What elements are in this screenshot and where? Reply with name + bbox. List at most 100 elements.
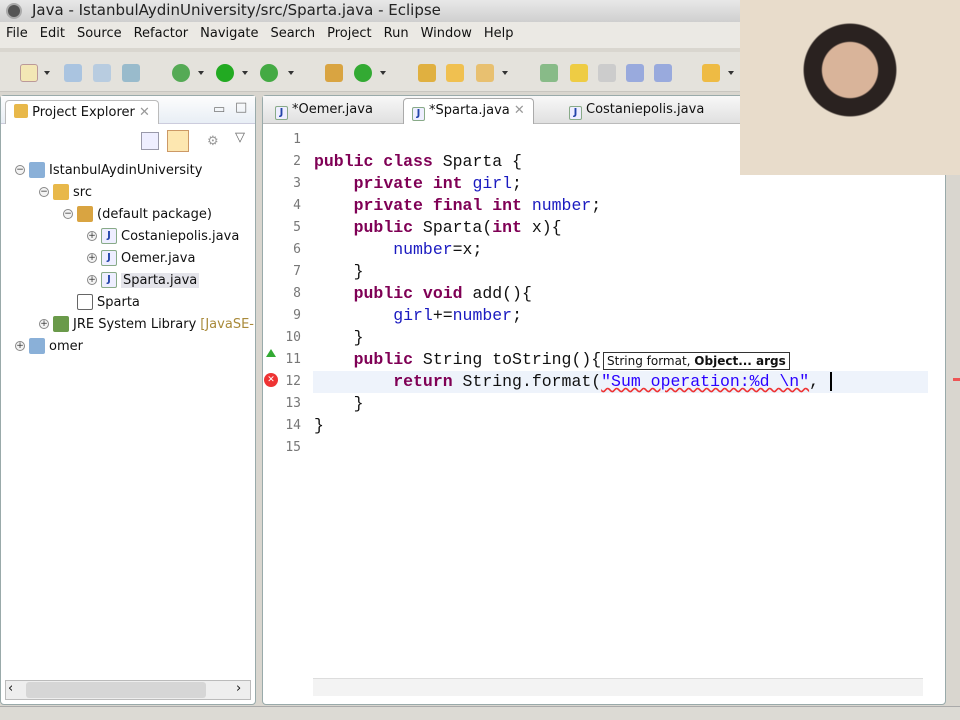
tree-item[interactable]: + J Costaniepolis.java bbox=[87, 225, 239, 247]
code-line[interactable]: public Sparta(int x){ bbox=[314, 218, 562, 240]
tree-item[interactable]: − (default package) bbox=[63, 203, 212, 225]
run-icon[interactable] bbox=[216, 64, 234, 82]
code-line[interactable]: public String toString(){ bbox=[314, 350, 602, 372]
expand-icon[interactable]: + bbox=[15, 341, 25, 351]
block-icon[interactable] bbox=[598, 64, 616, 82]
tree-item[interactable]: − IstanbulAydinUniversity bbox=[15, 159, 202, 181]
editor-tab[interactable]: J Costaniepolis.java bbox=[561, 98, 712, 124]
menu-file[interactable]: File bbox=[0, 22, 34, 48]
hint-param-1: String format, bbox=[607, 354, 695, 368]
line-number: 1 bbox=[293, 132, 301, 147]
menu-search[interactable]: Search bbox=[264, 22, 321, 48]
code-line[interactable]: } bbox=[314, 262, 364, 284]
expand-icon[interactable]: + bbox=[87, 275, 97, 285]
chevron-down-icon[interactable]: ▽ bbox=[235, 130, 245, 145]
collapse-all-icon[interactable] bbox=[141, 132, 159, 150]
code-token: , bbox=[809, 372, 829, 391]
expand-icon[interactable]: + bbox=[87, 253, 97, 263]
expand-icon[interactable]: + bbox=[87, 231, 97, 241]
menu-help[interactable]: Help bbox=[478, 22, 520, 48]
code-line[interactable]: public void add(){ bbox=[314, 284, 532, 306]
line-number: 2 bbox=[293, 154, 301, 169]
code-token: Sparta( bbox=[422, 218, 493, 237]
editor-tab[interactable]: J *Sparta.java ✕ bbox=[403, 98, 534, 124]
show-whitespace-icon[interactable] bbox=[654, 64, 672, 82]
hint-param-2: Object... args bbox=[694, 354, 786, 368]
code-token: } bbox=[314, 394, 364, 413]
code-line[interactable]: private int girl; bbox=[314, 174, 522, 196]
code-line[interactable]: number=x; bbox=[314, 240, 482, 262]
scroll-right-icon[interactable]: › bbox=[236, 681, 241, 696]
line-number: 7 bbox=[293, 264, 301, 279]
code-token: private final int bbox=[353, 196, 532, 215]
menu-refactor[interactable]: Refactor bbox=[128, 22, 195, 48]
collapse-icon[interactable]: − bbox=[39, 187, 49, 197]
horizontal-scrollbar[interactable]: ‹ › bbox=[5, 680, 251, 700]
tree-item[interactable]: + J Oemer.java bbox=[87, 247, 195, 269]
maximize-icon[interactable]: □ bbox=[235, 100, 247, 115]
scroll-thumb[interactable] bbox=[26, 682, 206, 698]
close-icon[interactable]: ✕ bbox=[510, 103, 525, 118]
save-all-icon[interactable] bbox=[93, 64, 111, 82]
scroll-left-icon[interactable]: ‹ bbox=[8, 681, 13, 696]
new-package-icon[interactable] bbox=[325, 64, 343, 82]
code-line[interactable]: public class Sparta { bbox=[314, 152, 522, 174]
code-line[interactable]: } bbox=[314, 416, 324, 438]
menu-window[interactable]: Window bbox=[415, 22, 478, 48]
tab-project-explorer[interactable]: Project Explorer ✕ bbox=[5, 100, 159, 124]
annotation-icon[interactable] bbox=[540, 64, 558, 82]
tree-item[interactable]: + omer bbox=[15, 335, 83, 357]
minimize-icon[interactable]: ▭ bbox=[213, 102, 225, 117]
external-tools-icon[interactable] bbox=[260, 64, 278, 82]
tree-item[interactable]: Sparta bbox=[63, 291, 140, 313]
library-icon bbox=[53, 316, 69, 332]
collapse-icon[interactable]: − bbox=[15, 165, 25, 175]
code-line[interactable]: private final int number; bbox=[314, 196, 602, 218]
open-folder-icon[interactable] bbox=[446, 64, 464, 82]
java-file-icon: J bbox=[101, 272, 117, 288]
close-icon[interactable]: ✕ bbox=[139, 105, 150, 120]
line-number: 5 bbox=[293, 220, 301, 235]
code-token: public void bbox=[353, 284, 473, 303]
menu-run[interactable]: Run bbox=[378, 22, 415, 48]
new-icon[interactable] bbox=[20, 64, 38, 82]
next-annotation-icon[interactable] bbox=[702, 64, 720, 82]
toggle-icon[interactable] bbox=[626, 64, 644, 82]
code-line[interactable]: girl+=number; bbox=[314, 306, 522, 328]
code-line[interactable]: } bbox=[314, 328, 364, 350]
tree-item[interactable]: + J Sparta.java bbox=[87, 269, 200, 291]
error-icon[interactable]: ✕ bbox=[264, 373, 278, 387]
search-icon[interactable] bbox=[476, 64, 494, 82]
open-type-icon[interactable] bbox=[418, 64, 436, 82]
tree-item-suffix: [JavaSE- bbox=[200, 316, 254, 332]
new-class-icon[interactable] bbox=[354, 64, 372, 82]
code-token: public bbox=[353, 218, 423, 237]
code-token: ; bbox=[512, 174, 522, 193]
line-number: 3 bbox=[293, 176, 301, 191]
window-title: Java - IstanbulAydinUniversity/src/Spart… bbox=[32, 1, 441, 19]
error-overview-marker[interactable] bbox=[953, 378, 960, 381]
tree-item[interactable]: + JRE System Library [JavaSE- bbox=[39, 313, 254, 335]
code-line[interactable]: return String.format("Sum operation:%d \… bbox=[314, 372, 832, 394]
tree-item-label: Sparta bbox=[97, 294, 140, 310]
highlight-icon[interactable] bbox=[570, 64, 588, 82]
tree-item[interactable]: − src bbox=[39, 181, 92, 203]
code-line[interactable]: } bbox=[314, 394, 364, 416]
save-icon[interactable] bbox=[64, 64, 82, 82]
menu-edit[interactable]: Edit bbox=[34, 22, 71, 48]
editor-horizontal-scrollbar[interactable] bbox=[313, 678, 923, 696]
java-file-icon: J bbox=[412, 107, 425, 121]
view-menu-icon[interactable]: ⚙ bbox=[207, 134, 219, 149]
editor-tab[interactable]: J *Oemer.java bbox=[267, 98, 381, 124]
tree-item-label: JRE System Library bbox=[73, 316, 197, 332]
collapse-icon[interactable]: − bbox=[63, 209, 73, 219]
menu-source[interactable]: Source bbox=[71, 22, 128, 48]
print-icon[interactable] bbox=[122, 64, 140, 82]
debug-icon[interactable] bbox=[172, 64, 190, 82]
menu-navigate[interactable]: Navigate bbox=[194, 22, 264, 48]
link-with-editor-icon[interactable] bbox=[167, 130, 189, 152]
menu-project[interactable]: Project bbox=[321, 22, 377, 48]
expand-icon[interactable]: + bbox=[39, 319, 49, 329]
